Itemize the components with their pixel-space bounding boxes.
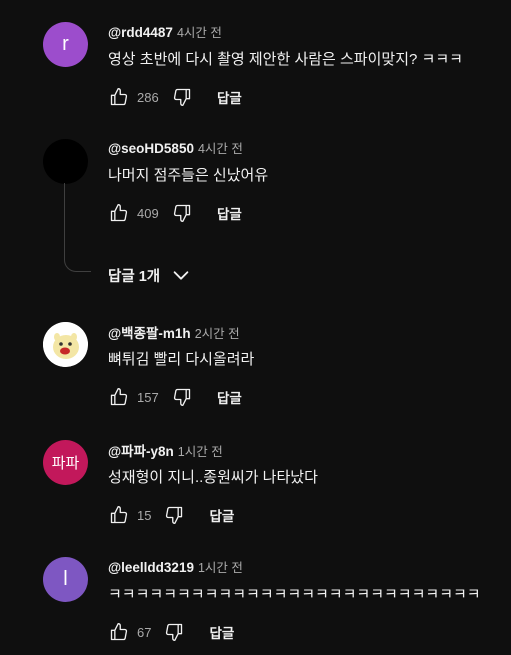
comment-header: @leelldd3219 1시간 전 xyxy=(108,557,243,577)
comment-text: ㅋㅋㅋㅋㅋㅋㅋㅋㅋㅋㅋㅋㅋㅋㅋㅋㅋㅋㅋㅋㅋㅋㅋㅋㅋㅋㅋ xyxy=(108,586,481,603)
avatar-image xyxy=(43,322,88,367)
reply-button[interactable]: 답글 xyxy=(217,203,242,223)
thumbs-up-icon xyxy=(110,88,128,106)
thumbs-up-icon xyxy=(110,204,128,222)
comment-header: @seoHD5850 4시간 전 xyxy=(108,138,243,158)
like-count: 286 xyxy=(137,89,159,105)
comment-time[interactable]: 4시간 전 xyxy=(177,26,222,40)
chevron-down-icon xyxy=(173,271,189,280)
comment-actions: 286 답글 xyxy=(108,86,242,108)
comment-time[interactable]: 4시간 전 xyxy=(198,142,243,156)
comment-header: @백종팔-m1h 2시간 전 xyxy=(108,322,240,343)
comment-actions: 409 답글 xyxy=(108,202,242,224)
thumbs-down-icon xyxy=(173,388,191,406)
thumbs-up-icon xyxy=(110,506,128,524)
comment-time[interactable]: 2시간 전 xyxy=(195,327,240,341)
author-name[interactable]: @rdd4487 xyxy=(108,25,173,40)
dislike-button[interactable] xyxy=(171,86,193,108)
avatar[interactable] xyxy=(43,322,88,367)
avatar[interactable]: r xyxy=(43,22,88,67)
dislike-button[interactable] xyxy=(163,504,185,526)
comment-time[interactable]: 1시간 전 xyxy=(178,445,223,459)
like-count: 67 xyxy=(137,624,152,640)
like-button[interactable] xyxy=(108,504,130,526)
dislike-button[interactable] xyxy=(171,386,193,408)
like-count: 409 xyxy=(137,205,159,221)
author-name[interactable]: @seoHD5850 xyxy=(108,141,194,156)
dislike-button[interactable] xyxy=(163,621,185,643)
thumbs-up-icon xyxy=(110,388,128,406)
comment-actions: 67 답글 xyxy=(108,621,234,643)
dislike-button[interactable] xyxy=(171,202,193,224)
thumbs-down-icon xyxy=(166,506,183,524)
like-button[interactable] xyxy=(108,202,130,224)
comment-header: @rdd4487 4시간 전 xyxy=(108,22,222,42)
comment-text: 뼈튀김 빨리 다시올려라 xyxy=(108,351,255,368)
thumbs-up-icon xyxy=(110,623,128,641)
replies-label: 답글 1개 xyxy=(108,268,161,285)
like-count: 157 xyxy=(137,389,159,405)
comment-text: 나머지 점주들은 신났어유 xyxy=(108,167,269,184)
reply-button[interactable]: 답글 xyxy=(209,622,234,642)
avatar[interactable]: 파파 xyxy=(43,440,88,485)
comment-time[interactable]: 1시간 전 xyxy=(198,561,243,575)
comment-text: 성재형이 지니..종원씨가 나타났다 xyxy=(108,469,318,486)
thread-connector xyxy=(64,183,91,272)
comment-text: 영상 초반에 다시 촬영 제안한 사람은 스파이맞지? ㅋㅋㅋ xyxy=(108,51,463,68)
author-name[interactable]: @leelldd3219 xyxy=(108,560,194,575)
author-name[interactable]: @백종팔-m1h xyxy=(108,326,191,341)
comment-actions: 15 답글 xyxy=(108,504,234,526)
like-button[interactable] xyxy=(108,386,130,408)
view-replies-button[interactable]: 답글 1개 xyxy=(108,264,192,286)
thumbs-down-icon xyxy=(166,623,183,641)
comment-actions: 157 답글 xyxy=(108,386,242,408)
comments-section: r @rdd4487 4시간 전 영상 초반에 다시 촬영 제안한 사람은 스파이… xyxy=(0,0,511,655)
like-button[interactable] xyxy=(108,621,130,643)
avatar[interactable] xyxy=(43,139,88,184)
thumbs-down-icon xyxy=(173,88,191,107)
thumbs-down-icon xyxy=(173,204,191,222)
reply-button[interactable]: 답글 xyxy=(209,505,234,525)
reply-button[interactable]: 답글 xyxy=(217,87,242,107)
reply-button[interactable]: 답글 xyxy=(217,387,242,407)
like-count: 15 xyxy=(137,507,152,523)
like-button[interactable] xyxy=(108,86,130,108)
avatar[interactable]: l xyxy=(43,557,88,602)
comment-header: @파파-y8n 1시간 전 xyxy=(108,440,223,461)
author-name[interactable]: @파파-y8n xyxy=(108,444,174,459)
